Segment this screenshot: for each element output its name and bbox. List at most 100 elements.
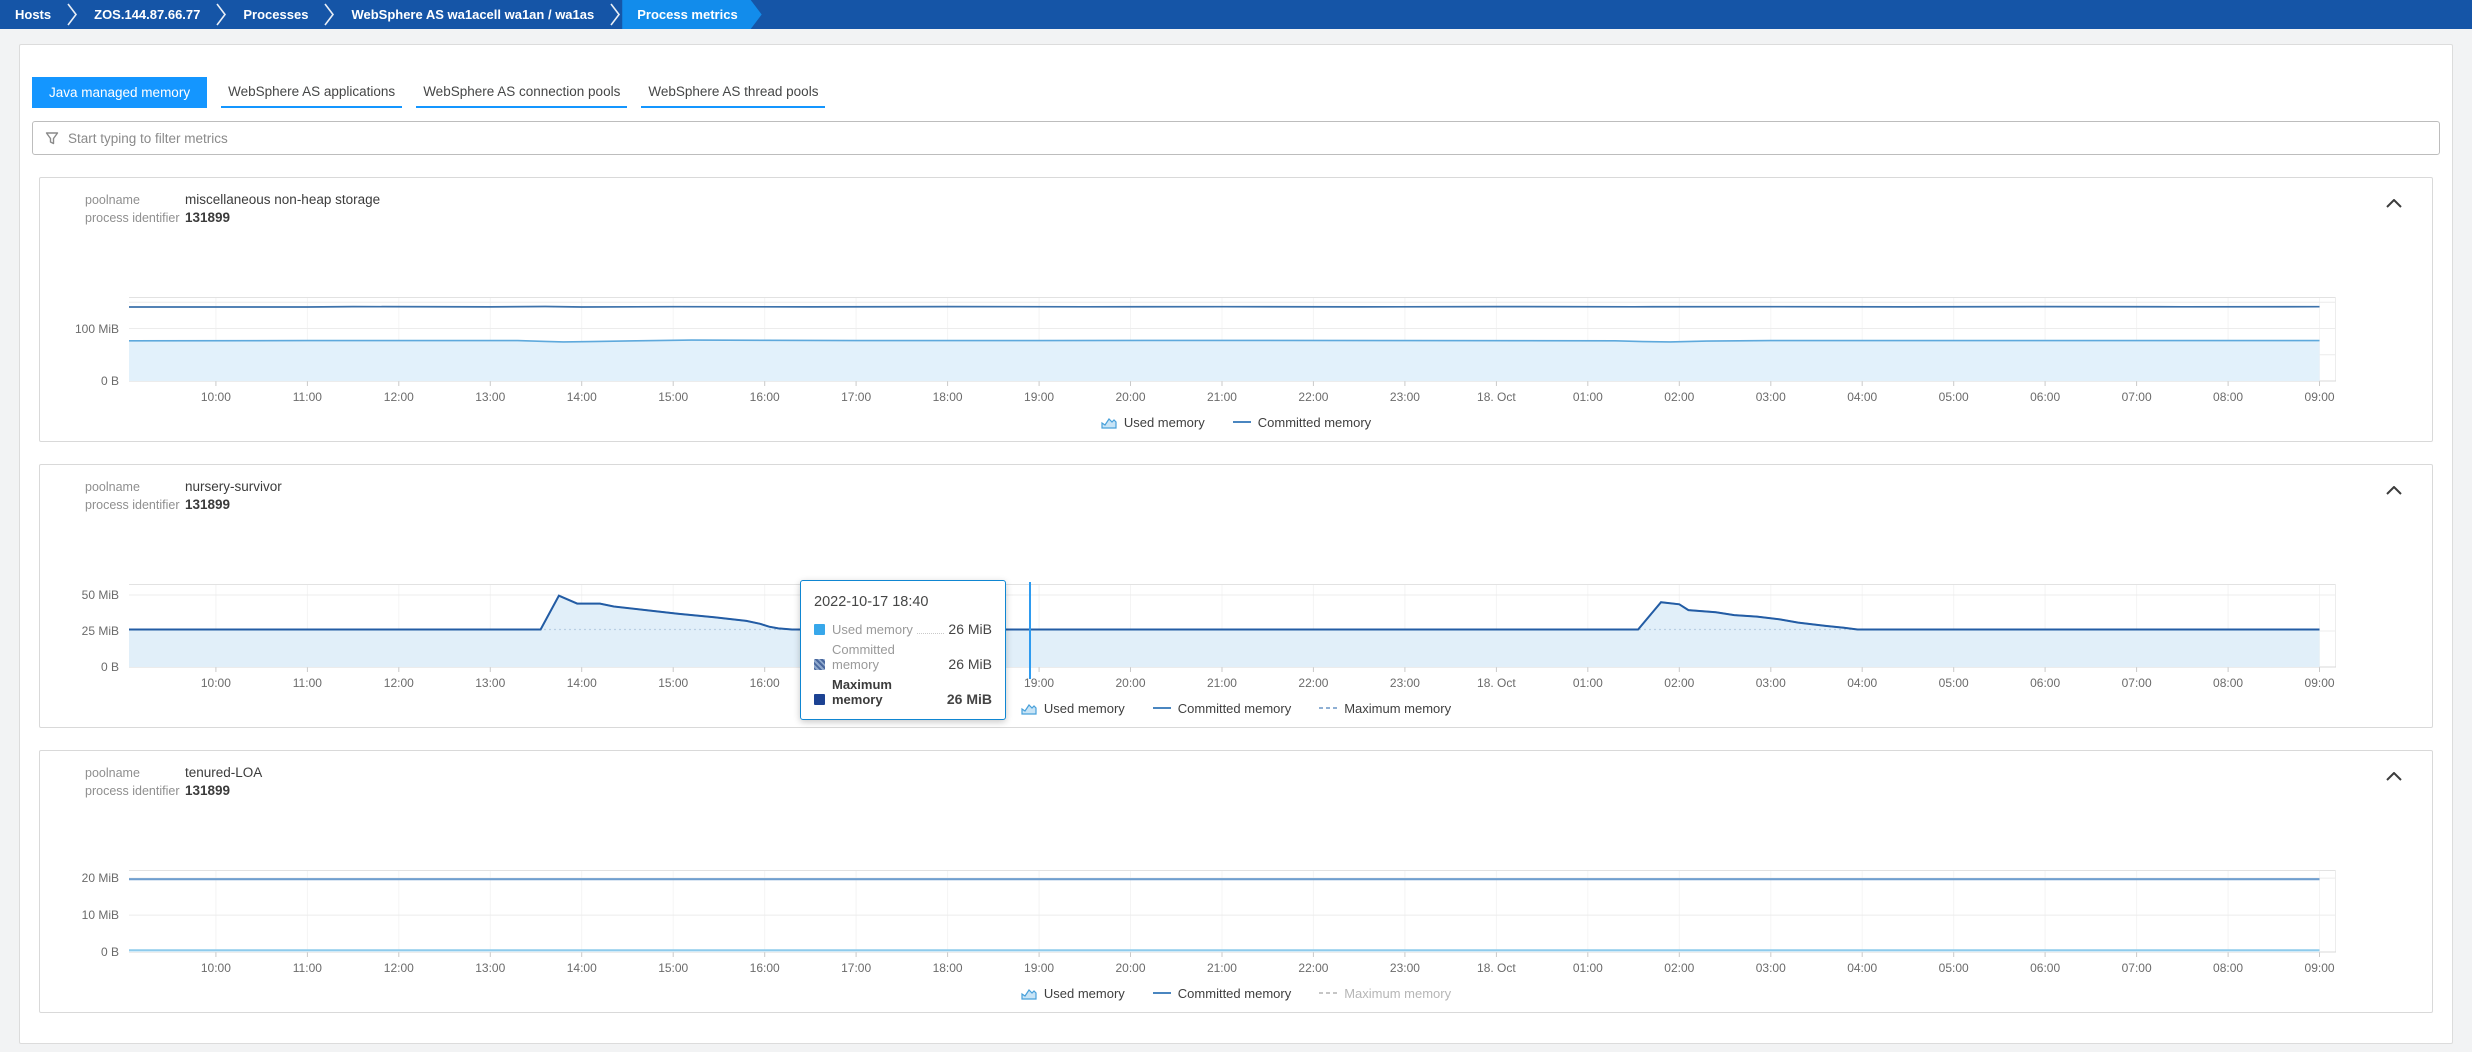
x-axis-tick-label: 07:00 bbox=[2121, 390, 2152, 404]
chevron-right-icon bbox=[609, 0, 622, 29]
x-axis-tick-label: 20:00 bbox=[1115, 390, 1146, 404]
breadcrumb-hosts[interactable]: Hosts bbox=[0, 0, 66, 29]
y-axis: 0 B 10 MiB 20 MiB bbox=[46, 870, 129, 959]
tab-java-managed-memory[interactable]: Java managed memory bbox=[32, 77, 208, 108]
x-axis-tick-label: 19:00 bbox=[1024, 961, 1055, 975]
x-axis-tick-label: 07:00 bbox=[2121, 961, 2152, 975]
y-axis-tick-label: 100 MiB bbox=[74, 321, 119, 336]
x-axis-tick-label: 15:00 bbox=[658, 390, 689, 404]
process-identifier-value: 131899 bbox=[185, 783, 231, 798]
y-axis-tick-label: 10 MiB bbox=[81, 908, 119, 923]
tooltip-value: 26 MiB bbox=[948, 621, 992, 637]
legend-item-maximum-memory[interactable]: Maximum memory bbox=[1319, 986, 1451, 1001]
x-axis-tick-label: 03:00 bbox=[1755, 676, 1786, 690]
legend-item-committed-memory[interactable]: Committed memory bbox=[1152, 700, 1292, 716]
legend-item-used-memory[interactable]: Used memory bbox=[1101, 415, 1205, 430]
x-axis-tick-label: 17:00 bbox=[841, 961, 872, 975]
legend-item-used-memory[interactable]: Used memory bbox=[1021, 986, 1125, 1001]
tooltip-label: Committed memory bbox=[832, 642, 895, 672]
x-axis-tick-label: 02:00 bbox=[1664, 390, 1695, 404]
x-axis-tick-label: 20:00 bbox=[1115, 961, 1146, 975]
breadcrumb-process-metrics[interactable]: Process metrics bbox=[622, 0, 761, 29]
line-series-icon bbox=[1152, 707, 1171, 709]
breadcrumb-processes[interactable]: Processes bbox=[228, 0, 323, 29]
breadcrumb-host[interactable]: ZOS.144.87.66.77 bbox=[79, 0, 215, 29]
x-axis-tick-label: 12:00 bbox=[383, 390, 414, 404]
y-axis-tick-label: 0 B bbox=[100, 660, 119, 674]
breadcrumb-process[interactable]: WebSphere AS wa1acell wa1an / wa1as bbox=[336, 0, 609, 29]
tab-websphere-thread-pools[interactable]: WebSphere AS thread pools bbox=[641, 76, 826, 108]
x-axis: 10:00 11:00 12:00 13:00 14:00 15:00 16:00 17:00… bbox=[129, 958, 2336, 978]
line-series-icon bbox=[1232, 421, 1251, 423]
poolname-label: poolname bbox=[85, 480, 140, 494]
x-axis-tick-label: 03:00 bbox=[1755, 390, 1786, 404]
x-axis-tick-label: 20:00 bbox=[1115, 676, 1146, 690]
x-axis-tick-label: 05:00 bbox=[1938, 390, 1969, 404]
filter-funnel-icon bbox=[45, 132, 59, 145]
x-axis-tick-label: 16:00 bbox=[749, 676, 780, 690]
chart-canvas bbox=[129, 297, 2336, 386]
x-axis-tick-label: 11:00 bbox=[292, 390, 322, 404]
y-axis-tick-label: 25 MiB bbox=[81, 623, 119, 638]
x-axis-tick-label: 14:00 bbox=[566, 676, 597, 690]
x-axis-tick-label: 06:00 bbox=[2030, 961, 2061, 975]
chart-canvas bbox=[129, 870, 2336, 957]
x-axis-tick-label: 12:00 bbox=[383, 961, 414, 975]
x-axis: 10:00 11:00 12:00 13:00 14:00 15:00 16:00 17:00… bbox=[129, 387, 2336, 407]
chart-area: 0 B 25 MiB 50 MiB 2022-10-17 18:40 Used me… bbox=[46, 580, 2426, 720]
x-axis-tick-label: 16:00 bbox=[749, 390, 780, 404]
x-axis-tick-label: 10:00 bbox=[200, 676, 231, 690]
process-identifier-label: process identifier bbox=[85, 211, 180, 225]
legend-label: Committed memory bbox=[1177, 700, 1292, 716]
legend-item-committed-memory[interactable]: Committed memory bbox=[1232, 414, 1372, 430]
x-axis-tick-label: 04:00 bbox=[1847, 961, 1878, 975]
tab-websphere-applications[interactable]: WebSphere AS applications bbox=[221, 76, 403, 108]
chart-legend: Used memory Committed memory bbox=[46, 413, 2426, 431]
x-axis-tick-label: 16:00 bbox=[749, 961, 780, 975]
x-axis-tick-label: 18:00 bbox=[932, 390, 963, 404]
tab-websphere-connection-pools[interactable]: WebSphere AS connection pools bbox=[416, 76, 628, 108]
maximum-memory-swatch bbox=[814, 694, 825, 705]
x-axis-tick-label: 23:00 bbox=[1389, 390, 1420, 404]
x-axis-tick-label: 04:00 bbox=[1847, 390, 1878, 404]
area-series-icon bbox=[1021, 988, 1037, 1000]
chart-plot[interactable]: 2022-10-17 18:40 Used memory 26 MiB Comm… bbox=[129, 580, 2336, 720]
poolname-value: miscellaneous non-heap storage bbox=[185, 192, 381, 207]
x-axis-tick-label: 21:00 bbox=[1206, 961, 1237, 975]
poolname-value: tenured-LOA bbox=[185, 765, 263, 780]
tooltip-row-committed-memory: Committed memory 26 MiB bbox=[814, 642, 992, 672]
legend-item-maximum-memory[interactable]: Maximum memory bbox=[1319, 701, 1451, 716]
x-axis-tick-label: 15:00 bbox=[658, 676, 689, 690]
legend-label: Committed memory bbox=[1257, 414, 1372, 430]
x-axis-tick-label: 22:00 bbox=[1298, 390, 1329, 404]
chart-card-tenured-loa: poolname tenured-LOA process identifier 13… bbox=[39, 750, 2433, 1013]
x-axis-tick-label: 07:00 bbox=[2121, 676, 2152, 690]
x-axis-tick-label: 06:00 bbox=[2030, 390, 2061, 404]
collapse-chevron-up-icon[interactable] bbox=[2382, 765, 2406, 788]
dashed-line-series-icon bbox=[1319, 707, 1338, 709]
x-axis-tick-label: 14:00 bbox=[566, 961, 597, 975]
x-axis-tick-label: 22:00 bbox=[1298, 961, 1329, 975]
x-axis-tick-label: 09:00 bbox=[2304, 390, 2335, 404]
x-axis-tick-label: 03:00 bbox=[1755, 961, 1786, 975]
legend-item-used-memory[interactable]: Used memory bbox=[1021, 701, 1125, 716]
dashed-line-series-icon bbox=[1319, 992, 1338, 994]
chart-card-header: poolname nursery-survivor process identif… bbox=[85, 478, 2426, 514]
chart-area: 0 B 100 MiB bbox=[46, 297, 2426, 389]
legend-item-committed-memory[interactable]: Committed memory bbox=[1152, 986, 1291, 1001]
x-axis-tick-label: 02:00 bbox=[1664, 961, 1695, 975]
filter-metrics-input[interactable] bbox=[68, 130, 2427, 146]
tooltip-timestamp: 2022-10-17 18:40 bbox=[814, 594, 929, 610]
x-axis-tick-label: 13:00 bbox=[475, 390, 506, 404]
collapse-chevron-up-icon[interactable] bbox=[2382, 479, 2406, 502]
x-axis-tick-label: 13:00 bbox=[475, 961, 506, 975]
legend-label: Maximum memory bbox=[1344, 700, 1452, 716]
x-axis-tick-label: 10:00 bbox=[200, 961, 231, 975]
y-axis: 0 B 100 MiB bbox=[46, 297, 129, 389]
chart-plot[interactable] bbox=[129, 297, 2336, 387]
y-axis-tick-label: 20 MiB bbox=[81, 871, 119, 886]
collapse-chevron-up-icon[interactable] bbox=[2382, 192, 2406, 215]
chart-card-nursery-survivor: poolname nursery-survivor process identif… bbox=[39, 464, 2433, 728]
chart-plot[interactable] bbox=[129, 870, 2336, 958]
legend-label: Maximum memory bbox=[1344, 985, 1452, 1001]
